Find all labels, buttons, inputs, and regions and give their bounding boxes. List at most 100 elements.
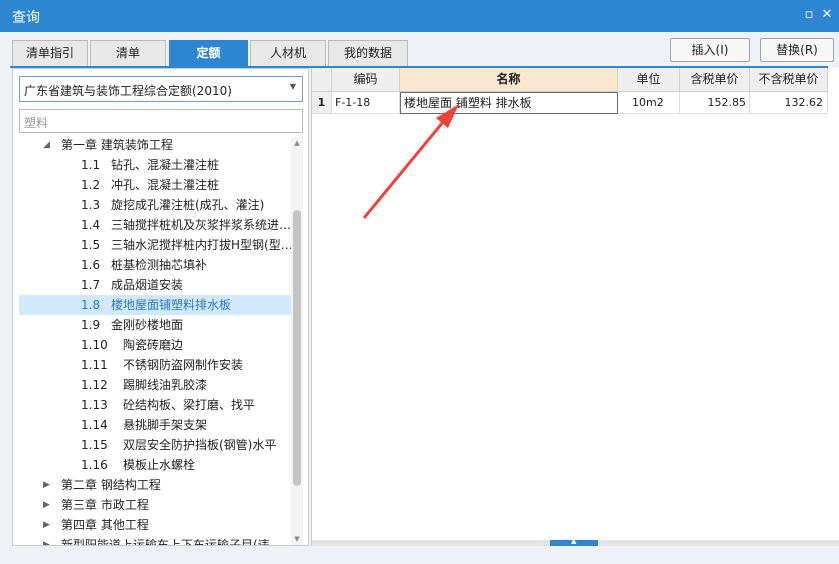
tree-chapter-label: 新型阳能道上运输车上下车运输子目(违	[61, 538, 270, 545]
tree-item[interactable]: 1.11 不锈钢防盗网制作安装	[19, 355, 291, 375]
tree-item[interactable]: 1.8 楼地屋面铺塑料排水板	[19, 295, 291, 315]
tree-chapter-label: 第一章 建筑装饰工程	[61, 138, 173, 152]
tree-item-code: 1.13	[81, 398, 108, 412]
splitter-handle[interactable]: ▲	[550, 537, 598, 546]
tree-item-label: 踢脚线油乳胶漆	[123, 378, 208, 392]
cell-price-tax[interactable]: 152.85	[680, 92, 750, 114]
tree-item-code: 1.6	[81, 258, 101, 272]
tree-item-code: 1.5	[81, 238, 101, 252]
tab-bill[interactable]: 清单	[90, 40, 166, 66]
tree-item-code: 1.4	[81, 218, 101, 232]
tree-chapter[interactable]: ◢ 第一章 建筑装饰工程	[19, 137, 291, 155]
tree-item[interactable]: 1.4 三轴搅拌桩机及灰浆拌浆系统进…	[19, 215, 291, 235]
cell-code[interactable]: F-1-18	[332, 92, 400, 114]
collapsed-arrow-icon[interactable]: ▶	[43, 475, 53, 495]
collapsed-arrow-icon[interactable]: ▶	[43, 495, 53, 515]
cell-unit[interactable]: 10m2	[618, 92, 680, 114]
column-header-price-notax[interactable]: 不含税单价	[750, 68, 828, 92]
tree-item-code: 1.12	[81, 378, 108, 392]
tree-item-label: 双层安全防护挡板(钢管)水平	[123, 438, 277, 452]
tree-item-label: 楼地屋面铺塑料排水板	[111, 298, 232, 312]
tree-item-label: 三轴水泥搅拌桩内打拔H型钢(型…	[111, 238, 291, 252]
collapsed-arrow-icon[interactable]: ▶	[43, 515, 53, 535]
tree-chapter-label: 第三章 市政工程	[61, 498, 149, 512]
tree-item-code: 1.8	[81, 298, 101, 312]
tree-item[interactable]: 1.3 旋挖成孔灌注桩(成孔、灌注)	[19, 195, 291, 215]
tree-item[interactable]: 1.10 陶瓷砖磨边	[19, 335, 291, 355]
expanded-arrow-icon[interactable]: ◢	[43, 137, 53, 155]
tree-item-code: 1.3	[81, 198, 101, 212]
quota-grid: 编码 名称 单位 含税单价 不含税单价 1 F-1-18 楼地屋面 铺塑料 排水…	[311, 68, 839, 546]
tab-labor-material-machine[interactable]: 人材机	[250, 40, 326, 66]
tree-item[interactable]: 1.12 踢脚线油乳胶漆	[19, 375, 291, 395]
tree-item[interactable]: 1.6 桩基检测抽芯填补	[19, 255, 291, 275]
tree-scrollbar[interactable]: ▲ ▼	[291, 137, 303, 545]
search-input-value: 塑料	[24, 116, 49, 130]
row-number-header	[312, 68, 332, 92]
tree-item-label: 陶瓷砖磨边	[123, 338, 184, 352]
tree-item-label: 成品烟道安装	[111, 278, 184, 292]
column-header-name[interactable]: 名称	[400, 68, 618, 92]
tree-item[interactable]: 1.2 冲孔、混凝土灌注桩	[19, 175, 291, 195]
cell-name-editor[interactable]: 楼地屋面 铺塑料 排水板	[400, 92, 618, 114]
tree-item[interactable]: 1.16 模板止水螺栓	[19, 455, 291, 475]
tree-item-label: 三轴搅拌桩机及灰浆拌浆系统进…	[111, 218, 291, 232]
tree-item[interactable]: 1.15 双层安全防护挡板(钢管)水平	[19, 435, 291, 455]
tree-chapter-label: 第四章 其他工程	[61, 518, 149, 532]
column-header-unit[interactable]: 单位	[618, 68, 680, 92]
restore-icon[interactable]: ▫	[800, 6, 818, 24]
replace-button[interactable]: 替换(R)	[760, 38, 834, 62]
tree-item-code: 1.9	[81, 318, 101, 332]
scroll-up-icon[interactable]: ▲	[291, 137, 303, 149]
tree-item[interactable]: 1.5 三轴水泥搅拌桩内打拔H型钢(型…	[19, 235, 291, 255]
library-select[interactable]: 广东省建筑与装饰工程综合定额(2010) ▼	[19, 76, 303, 102]
tab-my-data[interactable]: 我的数据	[328, 40, 408, 66]
dialog-body: 清单指引 清单 定额 人材机 我的数据 插入(I) 替换(R) 广东省建筑与装饰…	[0, 32, 839, 564]
tree-item-label: 砼结构板、梁打磨、找平	[123, 398, 256, 412]
tree-item-label: 钻孔、混凝土灌注桩	[111, 158, 220, 172]
tree-item-code: 1.2	[81, 178, 101, 192]
chapter-tree: ◢ 第一章 建筑装饰工程 1.1 钻孔、混凝土灌注桩 1.2 冲孔、混凝土灌注桩 1.3 旋挖…	[19, 137, 291, 545]
tree-item[interactable]: 1.1 钻孔、混凝土灌注桩	[19, 155, 291, 175]
tab-bill-guide[interactable]: 清单指引	[12, 40, 88, 66]
library-select-value: 广东省建筑与装饰工程综合定额(2010)	[24, 84, 232, 98]
tree-item-label: 不锈钢防盗网制作安装	[123, 358, 244, 372]
tree-chapter[interactable]: ▶ 第三章 市政工程	[19, 495, 291, 515]
tree-item-label: 桩基检测抽芯填补	[111, 258, 208, 272]
cell-price-notax[interactable]: 132.62	[750, 92, 828, 114]
tree-item-code: 1.15	[81, 438, 108, 452]
tree-chapter[interactable]: ▶ 新型阳能道上运输车上下车运输子目(违	[19, 535, 291, 545]
scrollbar-thumb[interactable]	[293, 210, 301, 486]
search-input[interactable]: 塑料	[19, 109, 303, 133]
tree-item[interactable]: 1.9 金刚砂楼地面	[19, 315, 291, 335]
scroll-down-icon[interactable]: ▼	[291, 533, 303, 545]
tab-quota[interactable]: 定额	[169, 40, 248, 66]
tree-item-label: 金刚砂楼地面	[111, 318, 184, 332]
tree-item-code: 1.16	[81, 458, 108, 472]
close-icon[interactable]: ✕	[818, 6, 836, 24]
tree-item-label: 模板止水螺栓	[123, 458, 196, 472]
tree-item-label: 旋挖成孔灌注桩(成孔、灌注)	[111, 198, 265, 212]
tree-item-label: 悬挑脚手架支架	[123, 418, 208, 432]
tree-chapter-label: 第二章 钢结构工程	[61, 478, 161, 492]
title-bar: 查询 ▫ ✕	[0, 0, 839, 32]
column-header-code[interactable]: 编码	[332, 68, 400, 92]
tree-item-code: 1.7	[81, 278, 101, 292]
collapsed-arrow-icon[interactable]: ▶	[43, 535, 53, 545]
window-title: 查询	[12, 10, 40, 26]
grid-splitter[interactable]: ▲	[312, 537, 839, 546]
tree-item-label: 冲孔、混凝土灌注桩	[111, 178, 220, 192]
column-header-price-tax[interactable]: 含税单价	[680, 68, 750, 92]
tree-chapter[interactable]: ▶ 第二章 钢结构工程	[19, 475, 291, 495]
tree-item-code: 1.10	[81, 338, 108, 352]
insert-button[interactable]: 插入(I)	[670, 38, 750, 62]
row-number: 1	[312, 92, 332, 114]
chevron-down-icon[interactable]: ▼	[290, 82, 296, 91]
quota-library-panel: 广东省建筑与装饰工程综合定额(2010) ▼ 塑料 ◢ 第一章 建筑装饰工程 1.1…	[12, 68, 309, 546]
tree-item-code: 1.11	[81, 358, 108, 372]
tree-item[interactable]: 1.7 成品烟道安装	[19, 275, 291, 295]
tree-item[interactable]: 1.13 砼结构板、梁打磨、找平	[19, 395, 291, 415]
tree-item[interactable]: 1.14 悬挑脚手架支架	[19, 415, 291, 435]
tree-chapter[interactable]: ▶ 第四章 其他工程	[19, 515, 291, 535]
chevron-up-icon: ▲	[571, 537, 577, 545]
